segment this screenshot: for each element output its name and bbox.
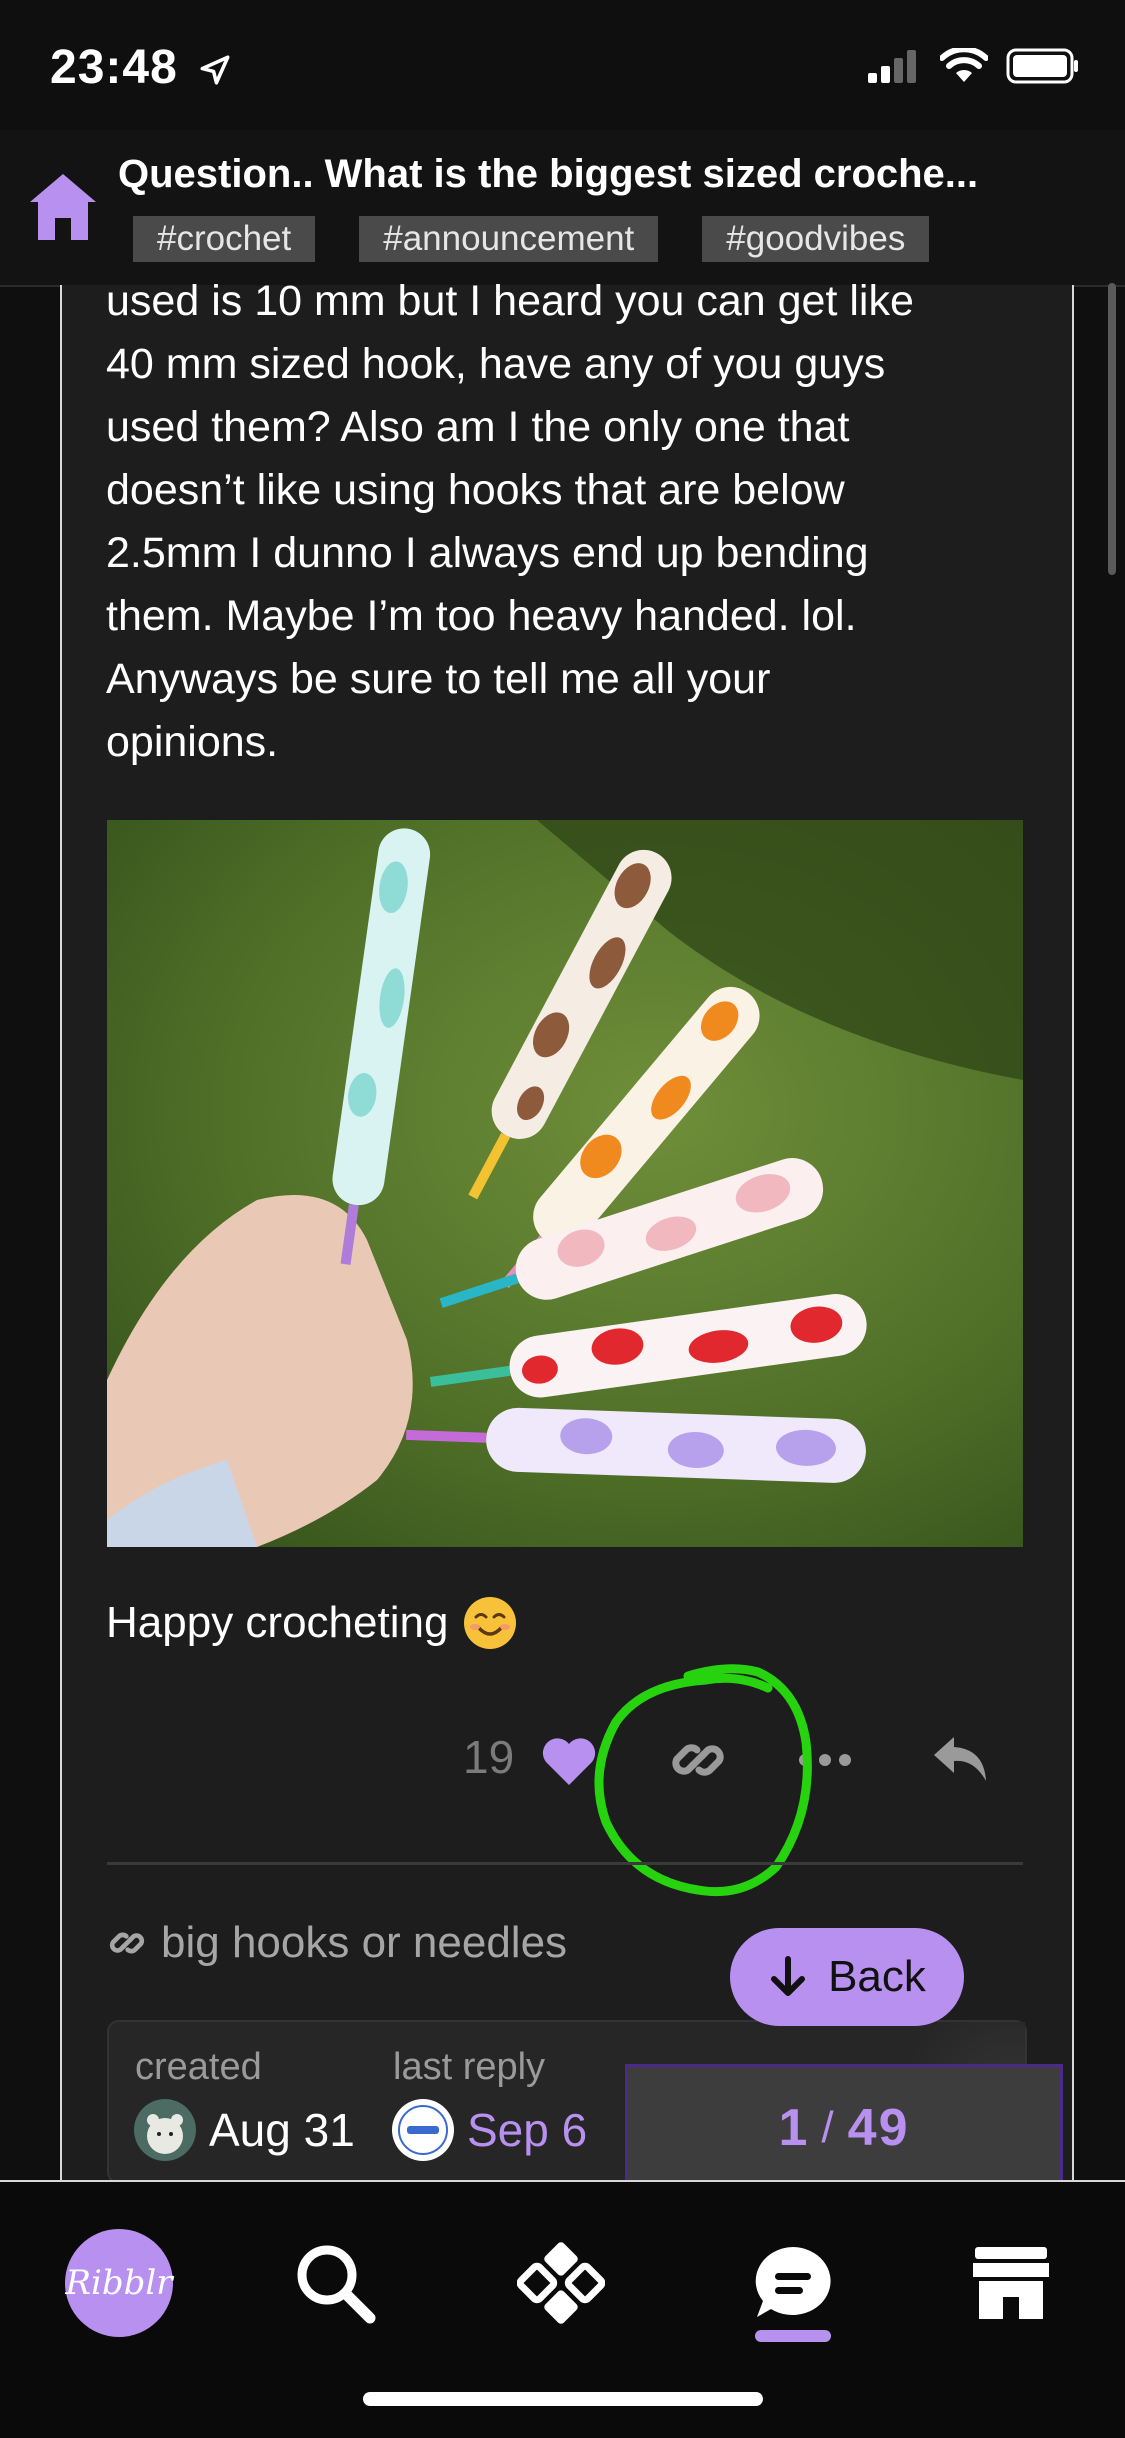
tag-announcement[interactable]: #announcement <box>359 216 659 262</box>
search-icon <box>297 2245 376 2324</box>
tag-crochet[interactable]: #crochet <box>133 216 316 262</box>
crochet-hooks-photo[interactable] <box>107 820 1023 1547</box>
link-icon <box>109 1932 145 1954</box>
progress-separator: / <box>821 2103 836 2152</box>
chat-bubble-icon <box>755 2247 831 2317</box>
back-label: Back <box>828 1952 926 2001</box>
post-line: Anyways be sure to tell me all your <box>106 655 771 703</box>
home-indicator <box>363 2392 763 2406</box>
back-button[interactable]: Back <box>730 1928 964 2026</box>
reply-icon[interactable] <box>930 1733 990 1785</box>
closing-line: Happy crocheting <box>106 1595 518 1651</box>
nav-patterns[interactable] <box>506 2228 616 2338</box>
status-icons <box>866 48 1080 84</box>
created-date: Aug 31 <box>209 2104 355 2156</box>
avatar[interactable] <box>391 2098 455 2162</box>
home-icon[interactable] <box>26 170 100 244</box>
avatar[interactable] <box>133 2098 197 2162</box>
post-line: used is 10 mm but I heard you can get li… <box>106 277 914 325</box>
created-info: Aug 31 <box>133 2098 355 2162</box>
arrow-down-icon <box>771 1956 806 1996</box>
like-count: 19 <box>463 1731 515 1783</box>
ribblr-logo: Ribblr <box>65 2229 173 2337</box>
linked-topic[interactable]: big hooks or needles <box>107 1918 567 1968</box>
last-reply-info: Sep 6 <box>391 2098 587 2162</box>
nav-ribblr-home[interactable]: Ribblr <box>64 2228 174 2338</box>
progress-current: 1 <box>778 2099 810 2157</box>
nav-search[interactable] <box>280 2228 390 2338</box>
progress-total: 49 <box>847 2099 910 2157</box>
tag-list: #crochet #announcement #goodvibes <box>133 216 930 262</box>
patterns-icon <box>517 2242 605 2324</box>
closing-text: Happy crocheting <box>106 1598 449 1647</box>
active-tab-indicator <box>755 2330 831 2342</box>
last-reply-date: Sep 6 <box>467 2104 588 2156</box>
post-body: used is 10 mm but I heard you can get li… <box>106 270 1026 774</box>
divider <box>107 1862 1023 1865</box>
wifi-icon <box>940 48 988 82</box>
topic-header: Question.. What is the biggest sized cro… <box>0 130 1125 287</box>
scrollbar[interactable] <box>1108 283 1116 575</box>
post-line: 2.5mm I dunno I always end up bending <box>106 529 869 577</box>
linked-topic-title[interactable]: big hooks or needles <box>161 1918 567 1968</box>
topic-title[interactable]: Question.. What is the biggest sized cro… <box>118 152 1098 197</box>
nav-community[interactable] <box>738 2228 848 2338</box>
location-arrow-icon <box>200 55 230 85</box>
bottom-nav: Ribblr <box>0 2180 1125 2438</box>
post-line: doesn’t like using hooks that are below <box>106 466 845 514</box>
created-label: created <box>135 2046 262 2088</box>
post-line: them. Maybe I’m too heavy handed. lol. <box>106 592 857 640</box>
status-time: 23:48 <box>50 40 232 95</box>
shop-icon <box>973 2247 1049 2319</box>
post-line: opinions. <box>106 718 279 766</box>
smiling-emoji-icon <box>464 1597 517 1649</box>
last-reply-label: last reply <box>393 2046 546 2088</box>
battery-icon <box>1006 48 1078 84</box>
nav-shop[interactable] <box>956 2228 1066 2338</box>
post-line: used them? Also am I the only one that <box>106 403 850 451</box>
post-progress[interactable]: 1 / 49 <box>625 2064 1063 2192</box>
tag-goodvibes[interactable]: #goodvibes <box>702 216 930 262</box>
signal-icon <box>868 50 916 83</box>
post-line: 40 mm sized hook, have any of you guys <box>106 340 886 388</box>
